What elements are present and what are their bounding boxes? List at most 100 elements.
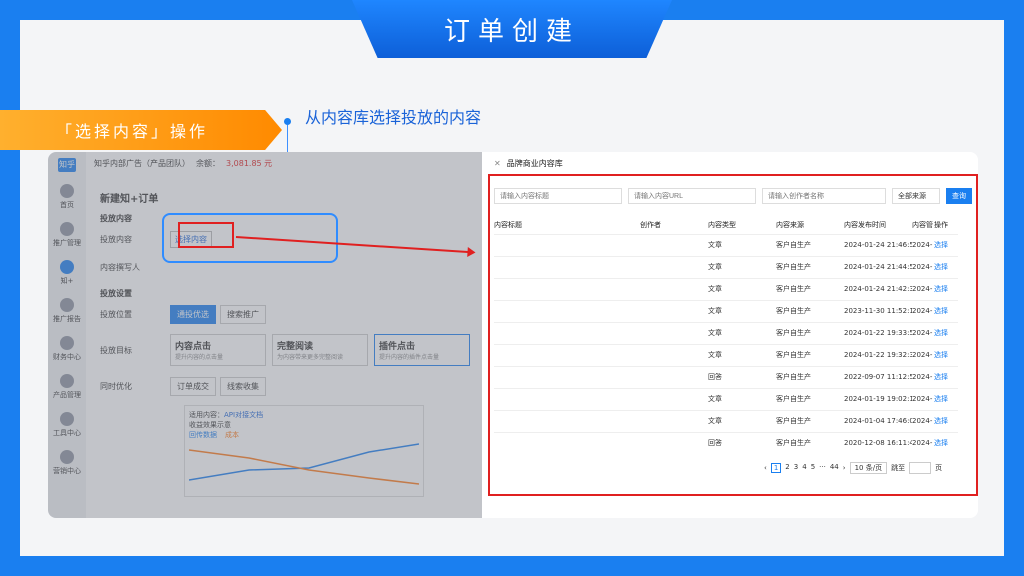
cell-title	[494, 343, 640, 366]
cell-extra: 2024-	[912, 255, 934, 278]
select-button[interactable]: 选择	[934, 409, 958, 432]
step-banner: 「选择内容」操作	[0, 110, 282, 150]
close-icon[interactable]: ✕	[494, 159, 501, 168]
cell-author	[640, 431, 708, 454]
cell-time: 2024-01-24 21:44:58	[844, 255, 912, 278]
col-type: 内容类型	[708, 220, 736, 229]
cell-source: 客户自生产	[776, 431, 844, 454]
page-item[interactable]: 2	[785, 463, 789, 473]
select-button[interactable]: 选择	[934, 343, 958, 366]
cell-source: 客户自生产	[776, 277, 844, 300]
cell-time: 2024-01-19 19:02:14	[844, 387, 912, 410]
cell-time: 2024-01-24 21:46:51	[844, 233, 912, 256]
cell-author	[640, 365, 708, 388]
table-row: 回答 客户自生产 2022-09-07 11:12:52 2024- 选择	[494, 365, 958, 388]
col-action: 操作	[934, 220, 948, 229]
cell-time: 2024-01-04 17:46:00	[844, 409, 912, 432]
cell-extra: 2024-	[912, 277, 934, 300]
cell-time: 2024-01-22 19:33:54	[844, 321, 912, 344]
select-button[interactable]: 选择	[934, 299, 958, 322]
page-item[interactable]: 1	[770, 463, 782, 473]
cell-author	[640, 343, 708, 366]
cell-type: 文章	[708, 255, 776, 278]
cell-type: 文章	[708, 299, 776, 322]
page-item[interactable]: 4	[802, 463, 806, 473]
cell-extra: 2024-	[912, 299, 934, 322]
select-button[interactable]: 选择	[934, 321, 958, 344]
table-row: 文章 客户自生产 2024-01-04 17:46:00 2024- 选择	[494, 409, 958, 432]
cell-author	[640, 277, 708, 300]
cell-author	[640, 321, 708, 344]
cell-source: 客户自生产	[776, 299, 844, 322]
col-extra: 内容管	[912, 220, 933, 229]
cell-title	[494, 387, 640, 410]
select-button[interactable]: 选择	[934, 387, 958, 410]
cell-type: 回答	[708, 365, 776, 388]
modal-overlay	[48, 152, 488, 518]
cell-time: 2024-01-24 21:42:32	[844, 277, 912, 300]
query-button[interactable]: 查询	[946, 188, 972, 204]
select-button[interactable]: 选择	[934, 255, 958, 278]
cell-type: 文章	[708, 409, 776, 432]
ad-platform-app: 知乎 首页 推广管理 知+ 推广报告 财务中心 产品管理 工具中心 营销中心 知…	[48, 152, 488, 518]
cell-author	[640, 387, 708, 410]
col-source: 内容来源	[776, 220, 804, 229]
table-row: 回答 客户自生产 2020-12-08 16:11:43 2024- 选择	[494, 431, 958, 454]
jump-input[interactable]	[909, 462, 932, 474]
select-button[interactable]: 选择	[934, 233, 958, 256]
table-row: 文章 客户自生产 2024-01-24 21:42:32 2024- 选择	[494, 277, 958, 300]
title-search-input[interactable]	[494, 188, 622, 204]
page-size-select[interactable]: 10 条/页	[849, 462, 888, 474]
next-page-icon[interactable]: ›	[843, 464, 846, 472]
cell-title	[494, 299, 640, 322]
cell-source: 客户自生产	[776, 255, 844, 278]
cell-time: 2020-12-08 16:11:43	[844, 431, 912, 454]
cell-author	[640, 233, 708, 256]
table-header: 内容标题 创作者 内容类型 内容来源 内容发布时间 内容管 操作	[494, 216, 958, 234]
cell-time: 2024-01-22 19:32:34	[844, 343, 912, 366]
cell-author	[640, 255, 708, 278]
content-table: 内容标题 创作者 内容类型 内容来源 内容发布时间 内容管 操作 文章 客户自生产…	[494, 216, 958, 454]
select-button[interactable]: 选择	[934, 277, 958, 300]
table-row: 文章 客户自生产 2024-01-19 19:02:14 2024- 选择	[494, 387, 958, 410]
cell-time: 2022-09-07 11:12:52	[844, 365, 912, 388]
cell-extra: 2024-	[912, 431, 934, 454]
cell-extra: 2024-	[912, 365, 934, 388]
dialog-title: 品牌商业内容库	[506, 159, 563, 168]
page-item[interactable]: ···	[819, 463, 826, 473]
page-item[interactable]: 5	[811, 463, 815, 473]
cell-extra: 2024-	[912, 387, 934, 410]
slide-title-tab: 订单创建	[352, 0, 672, 58]
cell-title	[494, 409, 640, 432]
filter-bar: 全部来源 查询	[494, 188, 972, 204]
cell-title	[494, 321, 640, 344]
source-select[interactable]: 全部来源	[892, 188, 940, 204]
cell-type: 文章	[708, 387, 776, 410]
cell-extra: 2024-	[912, 233, 934, 256]
table-row: 文章 客户自生产 2023-11-30 11:52:19 2024- 选择	[494, 299, 958, 322]
page-suffix: 页	[935, 464, 943, 472]
step-label: 「选择内容」操作	[56, 122, 209, 141]
table-row: 文章 客户自生产 2024-01-24 21:46:51 2024- 选择	[494, 233, 958, 256]
cell-author	[640, 299, 708, 322]
col-publish-time: 内容发布时间	[844, 220, 886, 229]
cell-type: 文章	[708, 343, 776, 366]
cell-title	[494, 365, 640, 388]
page-item[interactable]: 3	[794, 463, 798, 473]
cell-source: 客户自生产	[776, 343, 844, 366]
prev-page-icon[interactable]: ‹	[764, 464, 767, 472]
col-author: 创作者	[640, 220, 661, 229]
select-button[interactable]: 选择	[934, 365, 958, 388]
col-title: 内容标题	[494, 220, 522, 229]
cell-source: 客户自生产	[776, 321, 844, 344]
cell-type: 回答	[708, 431, 776, 454]
select-button[interactable]: 选择	[934, 431, 958, 454]
cell-source: 客户自生产	[776, 233, 844, 256]
table-row: 文章 客户自生产 2024-01-22 19:32:34 2024- 选择	[494, 343, 958, 366]
page-item[interactable]: 44	[830, 463, 839, 473]
jump-label: 跳至	[891, 464, 906, 472]
url-search-input[interactable]	[628, 188, 756, 204]
cell-time: 2023-11-30 11:52:19	[844, 299, 912, 322]
author-search-input[interactable]	[762, 188, 886, 204]
cell-extra: 2024-	[912, 321, 934, 344]
